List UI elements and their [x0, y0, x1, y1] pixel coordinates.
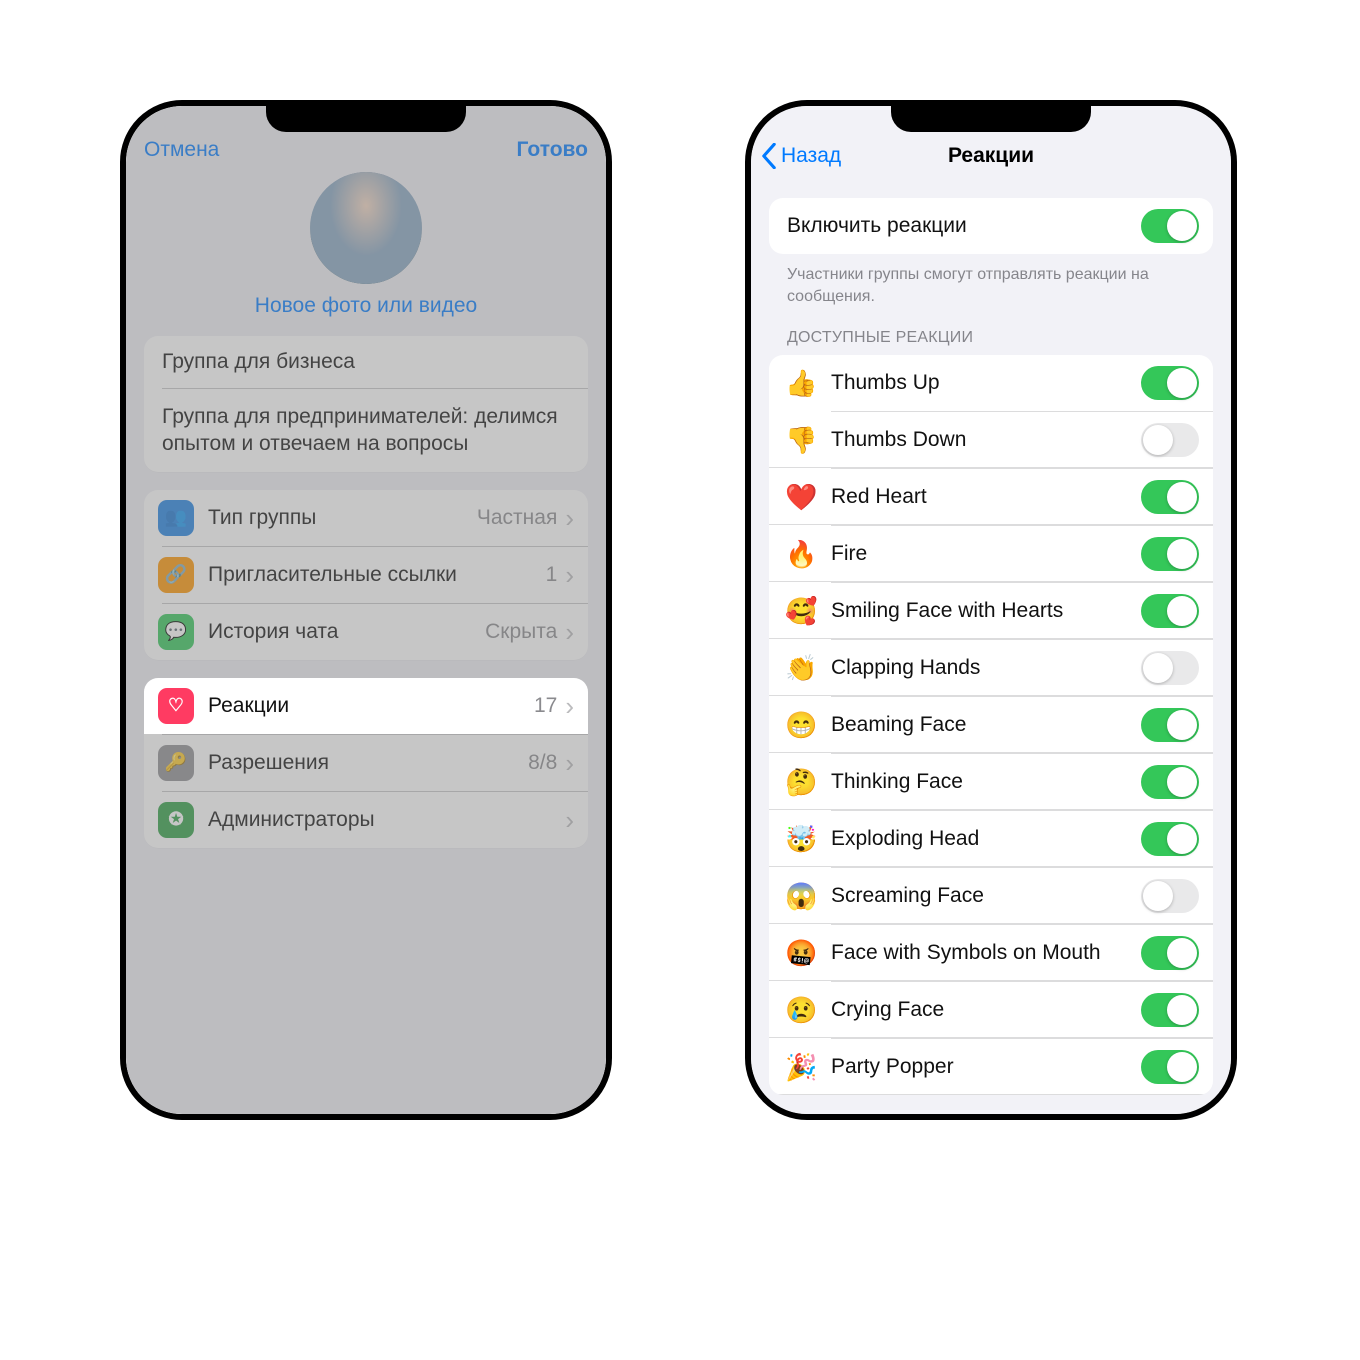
reaction-label: Face with Symbols on Mouth	[831, 941, 1141, 965]
page-title: Реакции	[751, 144, 1231, 168]
reactions-row[interactable]: ♡ Реакции 17 ›	[144, 678, 588, 734]
reaction-label: Thinking Face	[831, 770, 1141, 794]
reaction-row[interactable]: 👏 Clapping Hands	[769, 640, 1213, 696]
reactions-list-card: 👍 Thumbs Up 👎 Thumbs Down ❤️ Red Heart 🔥 Fire 🥰 S…	[769, 355, 1213, 1095]
reaction-toggle[interactable]	[1141, 765, 1199, 799]
group-description-input[interactable]: Группа для предпринимателей: делимся опы…	[144, 389, 588, 472]
reaction-emoji-icon: 🥰	[785, 596, 817, 627]
chevron-right-icon: ›	[565, 750, 574, 776]
reaction-emoji-icon: 👍	[785, 368, 817, 399]
reaction-emoji-icon: 👎	[785, 425, 817, 456]
reaction-label: Fire	[831, 542, 1141, 566]
reaction-toggle[interactable]	[1141, 822, 1199, 856]
reaction-emoji-icon: 😱	[785, 881, 817, 912]
reaction-row[interactable]: 🎉 Party Popper	[769, 1039, 1213, 1095]
reaction-row[interactable]: 🤬 Face with Symbols on Mouth	[769, 925, 1213, 981]
reaction-emoji-icon: 😢	[785, 995, 817, 1026]
reaction-row[interactable]: 😢 Crying Face	[769, 982, 1213, 1038]
reaction-row[interactable]: 👍 Thumbs Up	[769, 355, 1213, 411]
reaction-emoji-icon: 👏	[785, 653, 817, 684]
reaction-row[interactable]: 🥰 Smiling Face with Hearts	[769, 583, 1213, 639]
reaction-toggle[interactable]	[1141, 879, 1199, 913]
reaction-emoji-icon: 🤔	[785, 767, 817, 798]
heart-icon: ♡	[158, 688, 194, 724]
done-button[interactable]: Готово	[517, 138, 588, 162]
cancel-button[interactable]: Отмена	[144, 138, 219, 162]
chevron-right-icon: ›	[565, 619, 574, 645]
phone-reactions-settings: Назад Реакции Включить реакции Участники…	[745, 100, 1237, 1120]
reaction-row[interactable]: 🔥 Fire	[769, 526, 1213, 582]
group-avatar[interactable]	[310, 172, 422, 284]
chevron-right-icon: ›	[565, 693, 574, 719]
reaction-toggle[interactable]	[1141, 423, 1199, 457]
reaction-row[interactable]: 👎 Thumbs Down	[769, 412, 1213, 468]
chat-history-row[interactable]: 💬 История чата Скрыта ›	[144, 604, 588, 660]
new-photo-video-button[interactable]: Новое фото или видео	[144, 294, 588, 318]
reaction-label: Beaming Face	[831, 713, 1141, 737]
group-name-card: Группа для бизнеса Группа для предприним…	[144, 336, 588, 472]
available-reactions-header: ДОСТУПНЫЕ РЕАКЦИИ	[769, 307, 1213, 355]
reaction-toggle[interactable]	[1141, 708, 1199, 742]
reaction-emoji-icon: 😁	[785, 710, 817, 741]
reaction-toggle[interactable]	[1141, 537, 1199, 571]
reaction-row[interactable]: ❤️ Red Heart	[769, 469, 1213, 525]
chevron-right-icon: ›	[565, 562, 574, 588]
reaction-row[interactable]: 😱 Screaming Face	[769, 868, 1213, 924]
link-icon: 🔗	[158, 557, 194, 593]
reaction-label: Smiling Face with Hearts	[831, 599, 1141, 623]
shield-icon: ✪	[158, 802, 194, 838]
reaction-label: Screaming Face	[831, 884, 1141, 908]
settings-card-1: 👥 Тип группы Частная › 🔗 Пригласительные…	[144, 490, 588, 660]
administrators-row[interactable]: ✪ Администраторы ›	[144, 792, 588, 848]
reaction-emoji-icon: 🤯	[785, 824, 817, 855]
reaction-row[interactable]: 😁 Beaming Face	[769, 697, 1213, 753]
reaction-toggle[interactable]	[1141, 480, 1199, 514]
chat-icon: 💬	[158, 614, 194, 650]
reaction-toggle[interactable]	[1141, 936, 1199, 970]
reaction-label: Thumbs Up	[831, 371, 1141, 395]
reaction-toggle[interactable]	[1141, 993, 1199, 1027]
reaction-toggle[interactable]	[1141, 366, 1199, 400]
key-icon: 🔑	[158, 745, 194, 781]
permissions-row[interactable]: 🔑 Разрешения 8/8 ›	[144, 735, 588, 791]
reaction-label: Exploding Head	[831, 827, 1141, 851]
chevron-right-icon: ›	[565, 505, 574, 531]
reaction-label: Thumbs Down	[831, 428, 1141, 452]
reaction-emoji-icon: 🔥	[785, 539, 817, 570]
reaction-toggle[interactable]	[1141, 1050, 1199, 1084]
reaction-emoji-icon: 🎉	[785, 1052, 817, 1083]
reaction-toggle[interactable]	[1141, 651, 1199, 685]
enable-reactions-card: Включить реакции	[769, 198, 1213, 254]
reaction-label: Party Popper	[831, 1055, 1141, 1079]
enable-reactions-toggle[interactable]	[1141, 209, 1199, 243]
reaction-row[interactable]: 🤔 Thinking Face	[769, 754, 1213, 810]
enable-reactions-row[interactable]: Включить реакции	[769, 198, 1213, 254]
reaction-label: Crying Face	[831, 998, 1141, 1022]
enable-reactions-footer: Участники группы смогут отправлять реакц…	[769, 254, 1213, 307]
settings-card-2: ♡ Реакции 17 › 🔑 Разрешения 8/8 › ✪	[144, 678, 588, 848]
reaction-emoji-icon: ❤️	[785, 482, 817, 513]
group-type-icon: 👥	[158, 500, 194, 536]
chevron-right-icon: ›	[565, 807, 574, 833]
reaction-emoji-icon: 🤬	[785, 938, 817, 969]
group-name-input[interactable]: Группа для бизнеса	[144, 336, 588, 388]
reaction-toggle[interactable]	[1141, 594, 1199, 628]
invite-links-row[interactable]: 🔗 Пригласительные ссылки 1 ›	[144, 547, 588, 603]
reaction-label: Clapping Hands	[831, 656, 1141, 680]
group-type-row[interactable]: 👥 Тип группы Частная ›	[144, 490, 588, 546]
phone-group-settings: Отмена Готово Новое фото или видео Групп…	[120, 100, 612, 1120]
reaction-label: Red Heart	[831, 485, 1141, 509]
reaction-row[interactable]: 🤯 Exploding Head	[769, 811, 1213, 867]
